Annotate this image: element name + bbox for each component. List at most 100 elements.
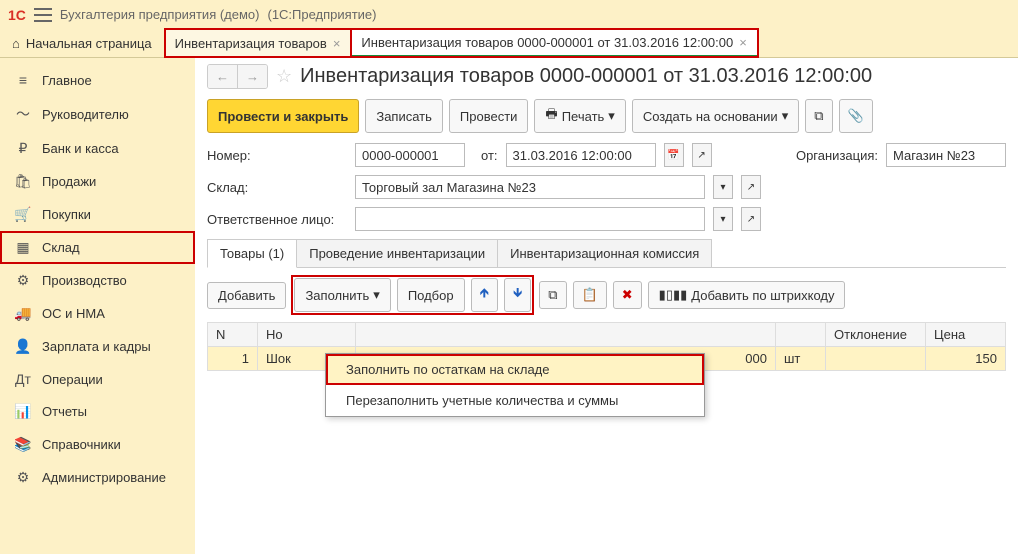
link-button[interactable]: ⧉	[805, 99, 832, 133]
sidebar-item-label: Склад	[42, 240, 80, 255]
chevron-down-icon[interactable]: ▾	[713, 175, 733, 199]
number-label: Номер:	[207, 148, 347, 163]
sidebar-item-label: Справочники	[42, 437, 121, 452]
col-deviation: Отклонение	[826, 323, 926, 347]
tab-label: Инвентаризация товаров 0000-000001 от 31…	[361, 35, 733, 50]
tab-commission[interactable]: Инвентаризационная комиссия	[497, 239, 712, 267]
sidebar-item-main[interactable]: ≡Главное	[0, 64, 195, 96]
copy-button[interactable]: ⧉	[539, 281, 566, 309]
chevron-down-icon: ▾	[373, 287, 380, 303]
sidebar-item-manager[interactable]: 〜Руководителю	[0, 96, 195, 132]
sidebar-item-catalogs[interactable]: 📚 Справочники	[0, 428, 195, 461]
tab-label: Инвентаризация товаров	[175, 36, 327, 51]
table-toolbar: Добавить Заполнить ▾ Подбор 🡹 🡻 ⧉ 📋 ✖ ▮▯…	[207, 268, 1006, 322]
post-button[interactable]: Провести	[449, 99, 529, 133]
refill-qty-item[interactable]: Перезаполнить учетные количества и суммы	[326, 385, 704, 416]
logo-1c: 1С	[8, 7, 26, 23]
move-up-button[interactable]: 🡹	[471, 278, 498, 312]
post-close-button[interactable]: Провести и закрыть	[207, 99, 359, 133]
sidebar-item-reports[interactable]: 📊Отчеты	[0, 395, 195, 428]
inner-tabs: Товары (1) Проведение инвентаризации Инв…	[207, 239, 1006, 268]
add-row-button[interactable]: Добавить	[207, 282, 286, 309]
responsible-label: Ответственное лицо:	[207, 212, 347, 227]
cell-price: 150	[926, 347, 1006, 371]
sidebar-item-operations[interactable]: Дт Операции	[0, 363, 195, 395]
create-based-button[interactable]: Создать на основании▾	[632, 99, 799, 133]
ruble-icon: ₽	[14, 140, 32, 157]
sidebar-item-label: Зарплата и кадры	[42, 339, 151, 354]
col-price: Цена	[926, 323, 1006, 347]
person-icon: 👤	[14, 338, 32, 355]
sidebar-item-label: Администрирование	[42, 470, 166, 485]
org-field[interactable]	[886, 143, 1006, 167]
chevron-down-icon[interactable]: ▾	[713, 207, 733, 231]
warehouse-label: Склад:	[207, 180, 347, 195]
tab-inventory-doc[interactable]: Инвентаризация товаров 0000-000001 от 31…	[351, 29, 757, 57]
content: ← → ☆ Инвентаризация товаров 0000-000001…	[195, 58, 1018, 554]
save-button[interactable]: Записать	[365, 99, 443, 133]
sidebar-item-warehouse[interactable]: ▦ Склад	[0, 231, 195, 264]
sidebar: ≡Главное 〜Руководителю ₽Банк и касса 🛍 Пр…	[0, 58, 195, 554]
fill-button[interactable]: Заполнить ▾	[294, 278, 390, 312]
sidebar-item-label: Покупки	[42, 207, 91, 222]
dt-icon: Дт	[14, 371, 32, 387]
grid-icon: ▦	[14, 239, 32, 256]
tab-conducting[interactable]: Проведение инвентаризации	[296, 239, 498, 267]
close-icon[interactable]: ×	[739, 35, 747, 50]
sidebar-item-label: Главное	[42, 73, 92, 88]
delete-row-button[interactable]: ✖	[613, 281, 642, 309]
sidebar-item-label: Отчеты	[42, 404, 87, 419]
chevron-down-icon: ▾	[782, 108, 789, 124]
tabbar: ⌂ Начальная страница Инвентаризация това…	[0, 29, 1018, 58]
open-icon[interactable]: ↗	[741, 207, 761, 231]
home-tab[interactable]: ⌂ Начальная страница	[0, 29, 165, 57]
menu-icon[interactable]	[34, 8, 52, 22]
fill-dropdown: Заполнить по остаткам на складе Перезапо…	[325, 353, 705, 417]
sidebar-item-sales[interactable]: 🛍 Продажи	[0, 165, 195, 198]
date-field[interactable]	[506, 143, 656, 167]
barcode-label: Добавить по штрихкоду	[691, 288, 834, 303]
toolbar: Провести и закрыть Записать Провести 🖶Пе…	[207, 99, 1006, 133]
forward-button[interactable]: →	[237, 65, 267, 88]
chart-icon: 〜	[14, 104, 32, 124]
gear-icon: ⚙	[14, 469, 32, 486]
titlebar: 1С Бухгалтерия предприятия (демо) (1С:Пр…	[0, 0, 1018, 29]
cell-unit: шт	[776, 347, 826, 371]
number-field[interactable]	[355, 143, 465, 167]
star-icon[interactable]: ☆	[276, 66, 292, 87]
open-icon[interactable]: ↗	[692, 143, 712, 167]
fill-by-stock-item[interactable]: Заполнить по остаткам на складе	[326, 354, 704, 385]
truck-icon: 🚚	[14, 305, 32, 322]
close-icon[interactable]: ×	[333, 36, 341, 51]
app-title: Бухгалтерия предприятия (демо)	[60, 7, 260, 22]
tab-inventory-list[interactable]: Инвентаризация товаров ×	[165, 29, 352, 57]
move-down-button[interactable]: 🡻	[504, 278, 531, 312]
sidebar-item-label: Производство	[42, 273, 127, 288]
home-icon: ⌂	[12, 36, 20, 51]
sidebar-item-bank[interactable]: ₽Банк и касса	[0, 132, 195, 165]
tab-goods[interactable]: Товары (1)	[207, 239, 297, 268]
fill-label: Заполнить	[305, 288, 369, 303]
open-icon[interactable]: ↗	[741, 175, 761, 199]
gear-icon: ⚙	[14, 272, 32, 289]
sidebar-item-purchases[interactable]: 🛒Покупки	[0, 198, 195, 231]
sidebar-item-admin[interactable]: ⚙ Администрирование	[0, 461, 195, 494]
sidebar-item-production[interactable]: ⚙ Производство	[0, 264, 195, 297]
sidebar-item-label: Продажи	[42, 174, 96, 189]
attach-button[interactable]: 📎	[839, 99, 873, 133]
back-button[interactable]: ←	[208, 65, 237, 88]
calendar-icon[interactable]: 📅	[664, 143, 684, 167]
bag-icon: 🛍	[14, 173, 32, 190]
warehouse-field[interactable]	[355, 175, 705, 199]
sidebar-item-salary[interactable]: 👤 Зарплата и кадры	[0, 330, 195, 363]
pick-button[interactable]: Подбор	[397, 278, 465, 312]
chevron-down-icon: ▾	[608, 108, 615, 124]
print-button[interactable]: 🖶Печать▾	[534, 99, 625, 133]
sidebar-item-assets[interactable]: 🚚ОС и НМА	[0, 297, 195, 330]
col-name: Но	[258, 323, 356, 347]
sidebar-item-label: Операции	[42, 372, 103, 387]
responsible-field[interactable]	[355, 207, 705, 231]
barcode-button[interactable]: ▮▯▮▮ Добавить по штрихкоду	[648, 281, 846, 309]
paste-button[interactable]: 📋	[573, 281, 607, 309]
books-icon: 📚	[14, 436, 32, 453]
